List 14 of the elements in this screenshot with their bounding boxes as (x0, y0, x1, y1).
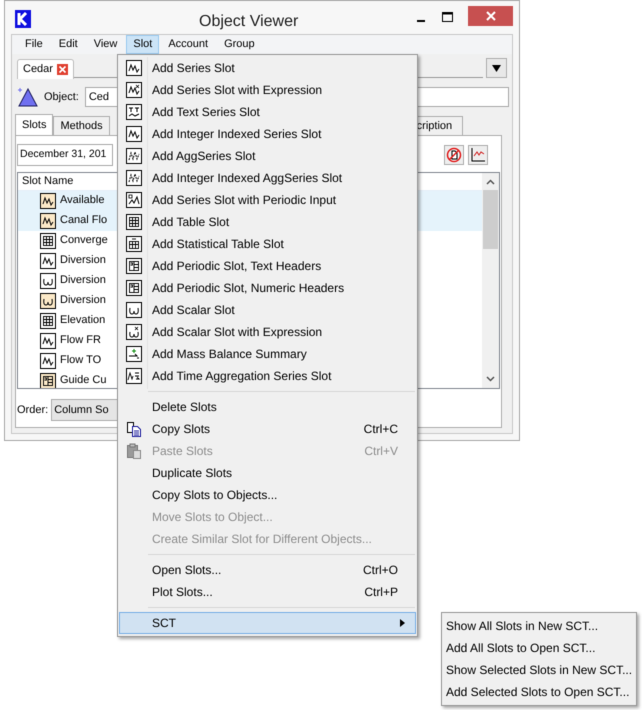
slot-name: Guide Cu (60, 373, 106, 388)
slot-name: Diversion (60, 253, 106, 268)
slot-name: Elevation (60, 313, 106, 328)
slot-name: Flow FR (60, 333, 101, 348)
slot-name: Flow TO (60, 353, 102, 368)
slot-name: Diversion (60, 273, 106, 288)
window-title: Object Viewer (199, 12, 298, 32)
object-tab-label: Cedar (23, 62, 53, 78)
object-label: Object: (44, 90, 79, 105)
slot-name: Converge (60, 233, 108, 248)
slot-name: Canal Flo (60, 213, 108, 228)
slot-name: Available (60, 193, 104, 208)
slot-name: Diversion (60, 293, 106, 308)
order-label: Order: (17, 402, 48, 418)
